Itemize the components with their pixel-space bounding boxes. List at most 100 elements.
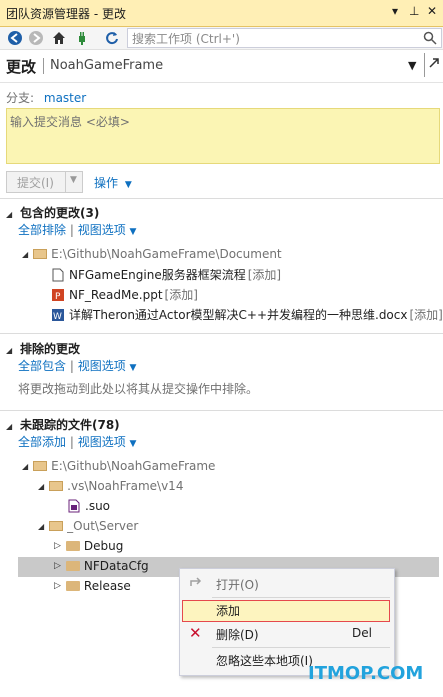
chevron-down-icon[interactable]: ▼ — [130, 439, 137, 449]
dropdown-icon[interactable]: ▾ — [392, 4, 398, 18]
file-tag: [添加] — [409, 308, 443, 322]
file-name: NF_ReadMe.ppt — [69, 287, 163, 302]
exclude-all-link[interactable]: 全部排除 — [18, 223, 66, 237]
view-options-link[interactable]: 视图选项 — [78, 435, 126, 449]
menu-item-add[interactable]: 添加 — [180, 599, 394, 622]
page-title: 更改 — [6, 58, 37, 76]
menu-item-delete[interactable]: ✕ 删除(D) Del — [180, 623, 394, 645]
pin-icon[interactable]: ⊥ — [409, 4, 419, 18]
page-dropdown-icon[interactable]: ▼ — [408, 59, 416, 72]
chevron-down-icon[interactable]: ▼ — [130, 227, 137, 237]
title-bar: 团队资源管理器 - 更改 ▾ ⊥ ✕ — [0, 0, 443, 27]
document-icon — [52, 268, 64, 281]
menu-item-shortcut: Del — [352, 626, 372, 640]
file-name: 详解Theron通过Actor模型解决C++并发编程的一种思维.docx — [69, 308, 408, 322]
commit-button[interactable]: 提交(I) — [6, 171, 66, 193]
search-input[interactable]: 搜索工作项 (Ctrl+') — [127, 28, 442, 48]
repo-name[interactable]: NoahGameFrame — [50, 58, 163, 73]
tree-folder-out[interactable]: ◢ _Out\Server — [38, 519, 138, 533]
include-all-link[interactable]: 全部包含 — [18, 359, 66, 373]
collapse-triangle-icon[interactable]: ◢ — [6, 210, 12, 219]
window-title: 团队资源管理器 - 更改 — [6, 7, 126, 21]
actions-label: 操作 — [94, 176, 119, 190]
folder-open-icon — [49, 481, 64, 491]
expand-triangle-icon[interactable]: ◢ — [38, 522, 44, 531]
folder-icon — [65, 541, 80, 551]
expand-triangle-icon[interactable]: ▷ — [54, 541, 61, 551]
expand-triangle-icon[interactable]: ◢ — [38, 482, 44, 491]
view-options-link[interactable]: 视图选项 — [78, 223, 126, 237]
included-section-header[interactable]: ◢ 包含的更改(3) — [6, 204, 99, 221]
header-divider — [43, 58, 44, 74]
tree-file-item[interactable]: P NF_ReadMe.ppt [添加] — [52, 286, 198, 303]
tree-folder-root[interactable]: ◢ E:\Github\NoahGameFrame — [22, 459, 215, 473]
expand-triangle-icon[interactable]: ◢ — [22, 462, 28, 471]
word-icon: W — [52, 308, 64, 322]
expand-triangle-icon[interactable]: ◢ — [22, 250, 28, 259]
menu-item-open[interactable]: 打开(O) — [180, 573, 394, 595]
menu-separator — [212, 647, 390, 648]
svg-text:W: W — [53, 312, 62, 322]
untracked-section-header[interactable]: ◢ 未跟踪的文件(78) — [6, 416, 120, 433]
included-links: 全部排除 | 视图选项 ▼ — [18, 223, 137, 237]
folder-name: Release — [83, 579, 131, 593]
search-icon[interactable] — [423, 31, 437, 45]
section-divider — [0, 333, 443, 334]
branch-label: 分支: — [6, 91, 35, 105]
folder-open-icon — [49, 521, 64, 531]
powerpoint-icon: P — [52, 288, 64, 302]
expand-triangle-icon[interactable]: ▷ — [54, 581, 61, 591]
context-menu: 打开(O) 添加 ✕ 删除(D) Del 忽略这些本地项(I) — [179, 568, 395, 676]
collapse-triangle-icon[interactable]: ◢ — [6, 422, 12, 431]
add-all-link[interactable]: 全部添加 — [18, 435, 66, 449]
commit-message-input[interactable]: 输入提交消息 <必填> — [6, 108, 440, 164]
tree-folder-release[interactable]: ▷ Release — [54, 579, 131, 593]
branch-link[interactable]: master — [44, 91, 86, 105]
tree-file-item[interactable]: W 详解Theron通过Actor模型解决C++并发编程的一种思维.docx [… — [52, 306, 443, 323]
folder-open-icon — [33, 249, 48, 259]
refresh-icon[interactable] — [103, 29, 121, 47]
excluded-section-header[interactable]: ◢ 排除的更改 — [6, 340, 80, 357]
tree-file-suo[interactable]: .suo — [68, 499, 110, 513]
view-options-link[interactable]: 视图选项 — [78, 359, 126, 373]
open-arrow-icon — [190, 577, 202, 586]
excluded-title: 排除的更改 — [19, 342, 80, 356]
tree-folder-nfdatacfg[interactable]: ▷ NFDataCfg — [54, 559, 149, 573]
commit-dropdown-button[interactable]: ▼ — [65, 171, 83, 193]
navigate-arrow-icon[interactable] — [424, 53, 443, 77]
file-tag: [添加] — [164, 288, 198, 302]
untracked-links: 全部添加 | 视图选项 ▼ — [18, 435, 137, 449]
watermark: ITMOP.COM — [308, 663, 424, 684]
tree-folder-document[interactable]: ◢ E:\Github\NoahGameFrame\Document — [22, 247, 282, 261]
untracked-title: 未跟踪的文件(78) — [19, 418, 120, 432]
tree-folder-debug[interactable]: ▷ Debug — [54, 539, 123, 553]
svg-text:P: P — [55, 292, 61, 302]
commit-message-placeholder: 输入提交消息 <必填> — [10, 115, 130, 129]
chevron-down-icon[interactable]: ▼ — [130, 363, 137, 373]
folder-path: E:\Github\NoahGameFrame\Document — [51, 247, 282, 261]
actions-menu[interactable]: 操作 ▼ — [94, 174, 132, 191]
home-icon[interactable] — [50, 29, 68, 47]
folder-path: _Out\Server — [67, 519, 139, 533]
excluded-links: 全部包含 | 视图选项 ▼ — [18, 359, 137, 373]
collapse-triangle-icon[interactable]: ◢ — [6, 346, 12, 355]
search-placeholder: 搜索工作项 (Ctrl+') — [132, 32, 240, 46]
delete-x-icon: ✕ — [189, 624, 202, 642]
toolbar: 搜索工作项 (Ctrl+') — [0, 27, 443, 50]
commit-button-label: 提交(I) — [17, 176, 54, 190]
file-name: NFGameEngine服务器框架流程 — [69, 268, 246, 282]
menu-item-label: 忽略这些本地项(I) — [216, 654, 313, 668]
back-icon[interactable] — [6, 29, 24, 47]
menu-item-label: 打开(O) — [216, 578, 259, 592]
tree-file-item[interactable]: NFGameEngine服务器框架流程 [添加] — [52, 266, 281, 283]
connect-plug-icon[interactable] — [73, 29, 91, 47]
folder-icon — [65, 581, 80, 591]
forward-icon[interactable] — [27, 29, 45, 47]
excluded-hint: 将更改拖动到此处以将其从提交操作中排除。 — [18, 382, 259, 396]
tree-folder-vs[interactable]: ◢ .vs\NoahFrame\v14 — [38, 479, 183, 493]
expand-triangle-icon[interactable]: ▷ — [54, 561, 61, 571]
close-icon[interactable]: ✕ — [427, 4, 437, 18]
menu-item-highlight — [182, 600, 390, 622]
menu-separator — [212, 597, 390, 598]
menu-item-label: 删除(D) — [216, 628, 259, 642]
